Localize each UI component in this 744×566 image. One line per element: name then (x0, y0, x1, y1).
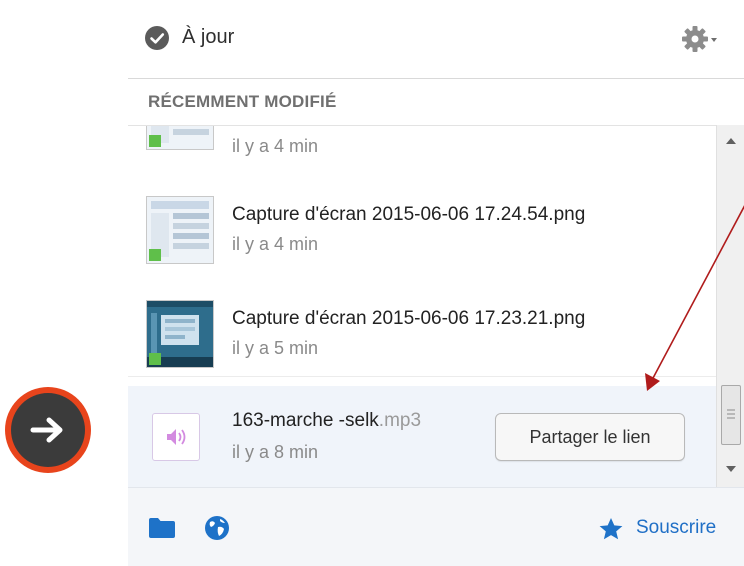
footer-bar: Souscrire (128, 487, 744, 566)
file-thumbnail (146, 300, 214, 368)
file-time: il y a 8 min (232, 442, 319, 462)
share-link-button[interactable]: Partager le lien (495, 413, 685, 461)
subscribe-label: Souscrire (636, 517, 717, 538)
audio-file-icon (152, 413, 200, 461)
folder-icon[interactable] (148, 517, 176, 544)
list-item[interactable]: Capture d'écran 2015-06-06 17.23.21.png … (128, 272, 716, 377)
file-time: il y a 4 min (232, 234, 319, 254)
scrollbar[interactable] (716, 125, 744, 487)
arrow-right-icon (11, 393, 85, 467)
file-name: Capture d'écran 2015-06-06 17.24.54.png (232, 204, 586, 225)
scrollbar-thumb[interactable] (721, 385, 741, 445)
file-time: il y a 5 min (232, 338, 319, 358)
file-time: il y a 4 min (232, 136, 319, 156)
check-circle-icon (145, 26, 169, 50)
globe-icon[interactable] (204, 515, 230, 546)
status-bar: À jour (128, 0, 744, 79)
file-thumbnail (146, 126, 214, 150)
file-thumbnail (146, 196, 214, 264)
gear-icon[interactable] (680, 22, 720, 56)
file-name: 163-marche -selk.mp3 (232, 410, 422, 431)
list-item[interactable]: il y a 4 min (128, 126, 716, 169)
scroll-up-arrow-icon[interactable] (717, 125, 744, 155)
scroll-down-arrow-icon[interactable] (717, 455, 744, 485)
next-arrow-button[interactable] (5, 387, 91, 473)
dropbox-panel: À jour RÉCEMMENT MODIFIÉ il y a 4 min Ca… (128, 0, 744, 566)
list-item[interactable]: Capture d'écran 2015-06-06 17.24.54.png … (128, 168, 716, 273)
section-title: RÉCEMMENT MODIFIÉ (148, 92, 337, 111)
file-name: Capture d'écran 2015-06-06 17.23.21.png (232, 308, 586, 329)
sync-status-text: À jour (182, 26, 235, 48)
list-item-selected[interactable]: 163-marche -selk.mp3 il y a 8 min Partag… (128, 386, 716, 488)
star-icon (598, 517, 624, 546)
recent-files-list: il y a 4 min Capture d'écran 2015-06-06 … (128, 125, 716, 488)
